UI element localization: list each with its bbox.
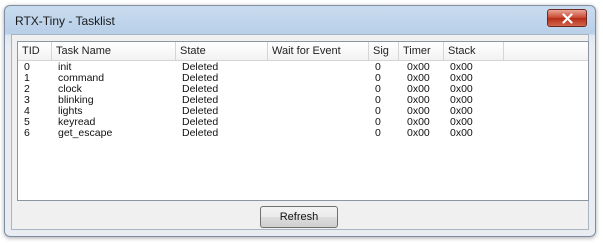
table-row[interactable]: 4 lights Deleted 0 0x00 0x00 bbox=[18, 106, 588, 117]
cell-state: Deleted bbox=[182, 127, 219, 139]
column-header-sig[interactable]: Sig bbox=[369, 42, 399, 60]
column-header-timer[interactable]: Timer bbox=[399, 42, 444, 60]
column-header-wait-for-event[interactable]: Wait for Event bbox=[268, 42, 369, 60]
client-area: TID Task Name State Wait for Event Sig T… bbox=[11, 34, 589, 230]
close-icon bbox=[562, 13, 573, 24]
table-row[interactable]: 6 get_escape Deleted 0 0x00 0x00 bbox=[18, 128, 588, 139]
cell-stack: 0x00 bbox=[450, 127, 473, 139]
table-row[interactable]: 3 blinking Deleted 0 0x00 0x00 bbox=[18, 95, 588, 106]
window-title: RTX-Tiny - Tasklist bbox=[15, 14, 115, 28]
column-header-stack[interactable]: Stack bbox=[444, 42, 504, 60]
cell-task-name: get_escape bbox=[58, 127, 113, 139]
close-button[interactable] bbox=[547, 9, 587, 27]
column-header-task-name[interactable]: Task Name bbox=[52, 42, 176, 60]
table-row[interactable]: 1 command Deleted 0 0x00 0x00 bbox=[18, 73, 588, 84]
refresh-button[interactable]: Refresh bbox=[260, 206, 338, 228]
task-list[interactable]: TID Task Name State Wait for Event Sig T… bbox=[17, 41, 589, 201]
table-row[interactable]: 2 clock Deleted 0 0x00 0x00 bbox=[18, 84, 588, 95]
title-bar[interactable]: RTX-Tiny - Tasklist bbox=[5, 6, 595, 34]
list-header: TID Task Name State Wait for Event Sig T… bbox=[18, 42, 588, 61]
cell-timer: 0x00 bbox=[407, 127, 430, 139]
column-header-state[interactable]: State bbox=[176, 42, 268, 60]
cell-sig: 0 bbox=[375, 127, 381, 139]
column-header-tid[interactable]: TID bbox=[18, 42, 52, 60]
cell-tid: 6 bbox=[24, 127, 30, 139]
tasklist-window: RTX-Tiny - Tasklist TID Task Name State … bbox=[4, 5, 596, 237]
